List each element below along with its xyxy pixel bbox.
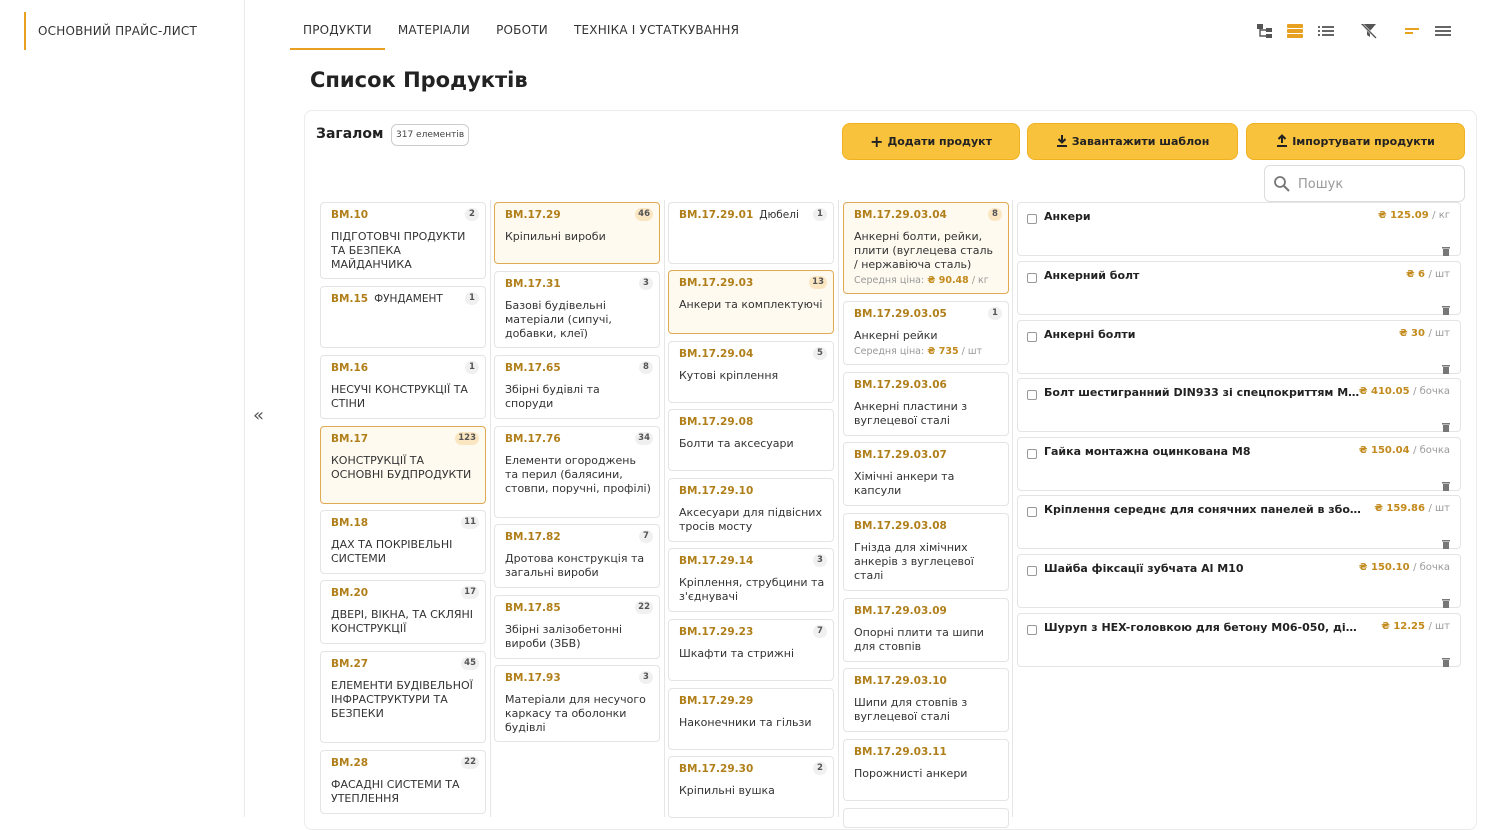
trash-icon[interactable] <box>1441 417 1451 432</box>
category-card[interactable]: BM.17.29.03.07 Хімічні анкери та капсули <box>843 442 1009 506</box>
product-checkbox[interactable] <box>1027 449 1037 459</box>
align-short-icon[interactable] <box>1402 22 1422 40</box>
total-count-badge: 317 елементів <box>391 124 470 146</box>
category-card[interactable]: BM.17.29.23 7 Шкафти та стрижні <box>668 619 834 681</box>
trash-icon[interactable] <box>1441 476 1451 491</box>
column-divider <box>664 200 665 817</box>
category-card[interactable]: BM.18 11 ДАХ ТА ПОКРІВЕЛЬНІ СИСТЕМИ <box>320 510 486 574</box>
product-checkbox[interactable] <box>1027 566 1037 576</box>
category-card[interactable]: BM.17.29.03.11 Порожнисті анкери <box>843 739 1009 801</box>
trash-icon[interactable] <box>1441 593 1451 608</box>
category-card[interactable]: BM.16 1 НЕСУЧІ КОНСТРУКЦІЇ ТА СТІНИ <box>320 355 486 419</box>
plus-icon: + <box>870 131 884 151</box>
category-card[interactable]: BM.17.29.01 Дюбелі 1 <box>668 202 834 264</box>
product-row[interactable]: Гайка монтажна оцинкована М8 ₴ 150.04 / … <box>1017 437 1461 491</box>
product-checkbox[interactable] <box>1027 273 1037 283</box>
product-checkbox[interactable] <box>1027 390 1037 400</box>
search-icon <box>1273 175 1291 193</box>
category-card[interactable]: BM.17.31 3 Базові будівельні матеріали (… <box>494 271 660 348</box>
download-template-button[interactable]: Завантажити шаблон <box>1027 123 1238 160</box>
category-card[interactable]: BM.28 22 ФАСАДНІ СИСТЕМИ ТА УТЕПЛЕННЯ <box>320 750 486 814</box>
list-view-active-icon[interactable] <box>1285 22 1305 40</box>
category-card[interactable]: BM.17.29.03.09 Опорні плити та шипи для … <box>843 598 1009 662</box>
category-card-selected[interactable]: BM.17.29.03.04 8 Анкерні болти, рейки, п… <box>843 202 1009 294</box>
product-row[interactable]: Анкерний болт ₴ 6 / шт <box>1017 261 1461 315</box>
view-toolbar <box>0 22 1491 42</box>
product-row[interactable]: Болт шестигранний DIN933 зі спецпокриття… <box>1017 378 1461 432</box>
product-checkbox[interactable] <box>1027 507 1037 517</box>
import-products-button[interactable]: Імпортувати продукти <box>1246 123 1465 160</box>
product-checkbox[interactable] <box>1027 214 1037 224</box>
average-price: Середня ціна: ₴ 90.48 / кг <box>854 275 989 286</box>
product-row[interactable]: Анкерні болти ₴ 30 / шт <box>1017 320 1461 374</box>
collapse-sidebar-icon[interactable]: « <box>253 405 264 426</box>
trash-icon[interactable] <box>1441 359 1451 374</box>
sidebar: ОСНОВНИЙ ПРАЙС-ЛИСТ <box>0 0 245 817</box>
trash-icon[interactable] <box>1441 652 1451 667</box>
category-card[interactable]: BM.17.85 22 Збірні залізобетонні вироби … <box>494 595 660 659</box>
category-card[interactable]: BM.17.29.29 Наконечники та гільзи <box>668 688 834 750</box>
trash-icon[interactable] <box>1441 534 1451 549</box>
product-row[interactable]: Шайба фіксації зубчата Al M10 ₴ 150.10 /… <box>1017 554 1461 608</box>
product-row[interactable]: Анкери ₴ 125.09 / кг <box>1017 202 1461 256</box>
trash-icon[interactable] <box>1441 241 1451 256</box>
category-card[interactable]: BM.17.65 8 Збірні будівлі та споруди <box>494 355 660 419</box>
category-card[interactable]: BM.17.29.04 5 Кутові кріплення <box>668 341 834 403</box>
category-card[interactable]: BM.10 2 ПІДГОТОВЧІ ПРОДУКТИ ТА БЕЗПЕКА М… <box>320 202 486 279</box>
page-title: Список Продуктів <box>310 68 528 92</box>
column-divider <box>490 200 491 817</box>
search-input[interactable]: Пошук <box>1298 177 1343 192</box>
align-full-icon[interactable] <box>1433 22 1453 40</box>
clear-filter-icon[interactable] <box>1359 22 1379 40</box>
category-card-selected[interactable]: BM.17.29.03 13 Анкери та комплектуючі <box>668 270 834 334</box>
download-icon <box>1056 134 1068 150</box>
search-field[interactable]: Пошук <box>1264 165 1465 202</box>
product-checkbox[interactable] <box>1027 332 1037 342</box>
category-card[interactable] <box>843 808 1009 828</box>
category-card[interactable]: BM.17.29.03.05 1 Анкерні рейки Середня ц… <box>843 301 1009 365</box>
category-card-selected[interactable]: BM.17 123 КОНСТРУКЦІЇ ТА ОСНОВНІ БУДПРОД… <box>320 426 486 504</box>
category-card[interactable]: BM.17.29.03.06 Анкерні пластини з вуглец… <box>843 372 1009 436</box>
tree-view-icon[interactable] <box>1255 22 1275 40</box>
category-card[interactable]: BM.17.82 7 Дротова конструкція та загаль… <box>494 524 660 588</box>
product-row[interactable]: Шуруп з HEX-головкою для бетону M06-050,… <box>1017 613 1461 667</box>
category-card[interactable]: BM.17.76 34 Елементи огороджень та перил… <box>494 426 660 518</box>
compact-list-icon[interactable] <box>1316 22 1336 40</box>
column-divider <box>838 200 839 817</box>
total-label: Загалом <box>316 126 384 142</box>
category-card[interactable]: BM.17.29.10 Аксесуари для підвісних трос… <box>668 478 834 542</box>
category-card[interactable]: BM.15 ФУНДАМЕНТ 1 <box>320 286 486 348</box>
product-row[interactable]: Кріплення середнє для сонячних панелей в… <box>1017 495 1461 549</box>
product-checkbox[interactable] <box>1027 625 1037 635</box>
column-divider <box>1012 200 1013 817</box>
upload-icon <box>1276 133 1288 150</box>
category-card[interactable]: BM.17.29.03.08 Гнізда для хімічних анкер… <box>843 513 1009 591</box>
category-card[interactable]: BM.17.29.08 Болти та аксесуари <box>668 409 834 471</box>
category-card[interactable]: BM.17.29.30 2 Кріпильні вушка <box>668 756 834 818</box>
category-card[interactable]: BM.17.29.03.10 Шипи для стовпів з вуглец… <box>843 668 1009 732</box>
category-card[interactable]: BM.27 45 ЕЛЕМЕНТИ БУДІВЕЛЬНОЇ ІНФРАСТРУК… <box>320 651 486 743</box>
category-card[interactable]: BM.17.29.14 3 Кріплення, струбцини та з'… <box>668 548 834 612</box>
category-card[interactable]: BM.17.93 3 Матеріали для несучого каркас… <box>494 665 660 742</box>
category-card[interactable]: BM.20 17 ДВЕРІ, ВІКНА, ТА СКЛЯНІ КОНСТРУ… <box>320 580 486 644</box>
trash-icon[interactable] <box>1441 300 1451 315</box>
add-product-button[interactable]: + Додати продукт <box>842 123 1020 160</box>
average-price: Середня ціна: ₴ 735 / шт <box>854 346 983 357</box>
category-card-selected[interactable]: BM.17.29 46 Кріпильні вироби <box>494 202 660 264</box>
